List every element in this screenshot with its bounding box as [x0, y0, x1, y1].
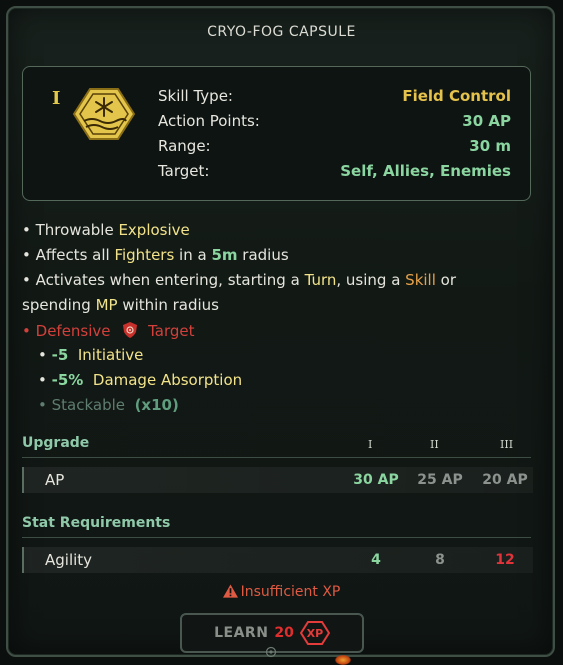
rank-header-1: I	[368, 438, 373, 451]
divider	[22, 537, 531, 538]
desc-text: • Activates when entering, starting a	[22, 271, 305, 289]
xp-badge-icon: XP	[299, 621, 330, 645]
stat-requirements-title: Stat Requirements	[22, 515, 171, 531]
skill-keyword[interactable]: Skill	[405, 271, 436, 289]
learn-cost: 20	[274, 625, 294, 641]
defensive-keyword[interactable]: Defensive	[36, 322, 111, 340]
bullet: •	[38, 396, 47, 414]
agility-rank-2: 8	[435, 552, 445, 568]
desc-text: in a	[174, 246, 212, 264]
stackable-value: (x10)	[134, 396, 179, 414]
ap-rank-1: 30 AP	[353, 472, 399, 488]
skill-type-label: Skill Type:	[158, 87, 233, 105]
desc-line-throwable: • Throwable Explosive	[22, 221, 190, 239]
target-shield-icon	[123, 322, 138, 338]
rank-header-2: II	[430, 438, 439, 451]
turn-keyword[interactable]: Turn	[305, 271, 337, 289]
target-label: Target:	[158, 162, 210, 180]
desc-text: • Throwable	[22, 221, 119, 239]
desc-text: within radius	[117, 296, 219, 314]
mp-keyword[interactable]: MP	[96, 296, 118, 314]
upgrade-row-ap: AP 30 AP 25 AP 20 AP	[22, 467, 533, 493]
skill-title: CRYO-FOG CAPSULE	[207, 24, 356, 40]
desc-text: spending	[22, 296, 96, 314]
rank-header-3: III	[500, 438, 514, 451]
skill-type-value: Field Control	[402, 87, 511, 105]
explosive-keyword[interactable]: Explosive	[118, 221, 189, 239]
scroll-indicator-icon	[265, 646, 277, 658]
target-value: Self, Allies, Enemies	[340, 162, 511, 180]
cryo-fog-icon	[72, 88, 136, 140]
ap-rank-3: 20 AP	[482, 472, 528, 488]
damage-absorption-value: -5%	[51, 371, 84, 389]
range-label: Range:	[158, 137, 211, 155]
warning-triangle-icon	[222, 584, 238, 598]
effect-damage-absorption: • -5% Damage Absorption	[38, 371, 242, 389]
damage-absorption-keyword[interactable]: Damage Absorption	[93, 371, 242, 389]
stat-row-agility: Agility 4 8 12	[22, 547, 533, 573]
desc-line-defensive: • Defensive Target	[22, 321, 195, 340]
initiative-value: -5	[51, 346, 69, 364]
learn-label: LEARN	[214, 625, 269, 641]
desc-line-spending: spending MP within radius	[22, 296, 219, 314]
range-value: 30 m	[469, 137, 511, 155]
agility-rank-3: 12	[495, 552, 515, 568]
agility-label: Agility	[45, 551, 93, 569]
rank-glyph: I	[52, 88, 61, 109]
target-keyword[interactable]: Target	[148, 322, 194, 340]
desc-line-affects: • Affects all Fighters in a 5m radius	[22, 246, 289, 264]
radius-value: 5m	[211, 246, 238, 264]
stackable-label: Stackable	[51, 396, 126, 414]
agility-rank-1: 4	[371, 552, 381, 568]
action-points-label: Action Points:	[158, 112, 260, 130]
desc-text: or	[435, 271, 457, 289]
ap-rank-2: 25 AP	[417, 472, 463, 488]
effect-stackable: • Stackable (x10)	[38, 396, 179, 414]
bullet: •	[38, 371, 47, 389]
background-light	[335, 655, 351, 665]
insufficient-xp-warning: Insufficient XP	[0, 584, 563, 600]
initiative-keyword[interactable]: Initiative	[78, 346, 144, 364]
desc-text: radius	[237, 246, 289, 264]
action-points-value: 30 AP	[462, 112, 511, 130]
desc-text: • Affects all	[22, 246, 115, 264]
xp-currency-label: XP	[306, 626, 324, 640]
bullet: •	[38, 346, 47, 364]
fighters-keyword[interactable]: Fighters	[114, 246, 174, 264]
desc-line-activates: • Activates when entering, starting a Tu…	[22, 271, 456, 289]
upgrade-title: Upgrade	[22, 435, 90, 451]
bullet: •	[22, 322, 31, 340]
effect-initiative: • -5 Initiative	[38, 346, 143, 364]
divider	[22, 457, 531, 458]
warning-text: Insufficient XP	[240, 584, 341, 600]
desc-text: , using a	[336, 271, 406, 289]
ap-label: AP	[45, 471, 65, 489]
